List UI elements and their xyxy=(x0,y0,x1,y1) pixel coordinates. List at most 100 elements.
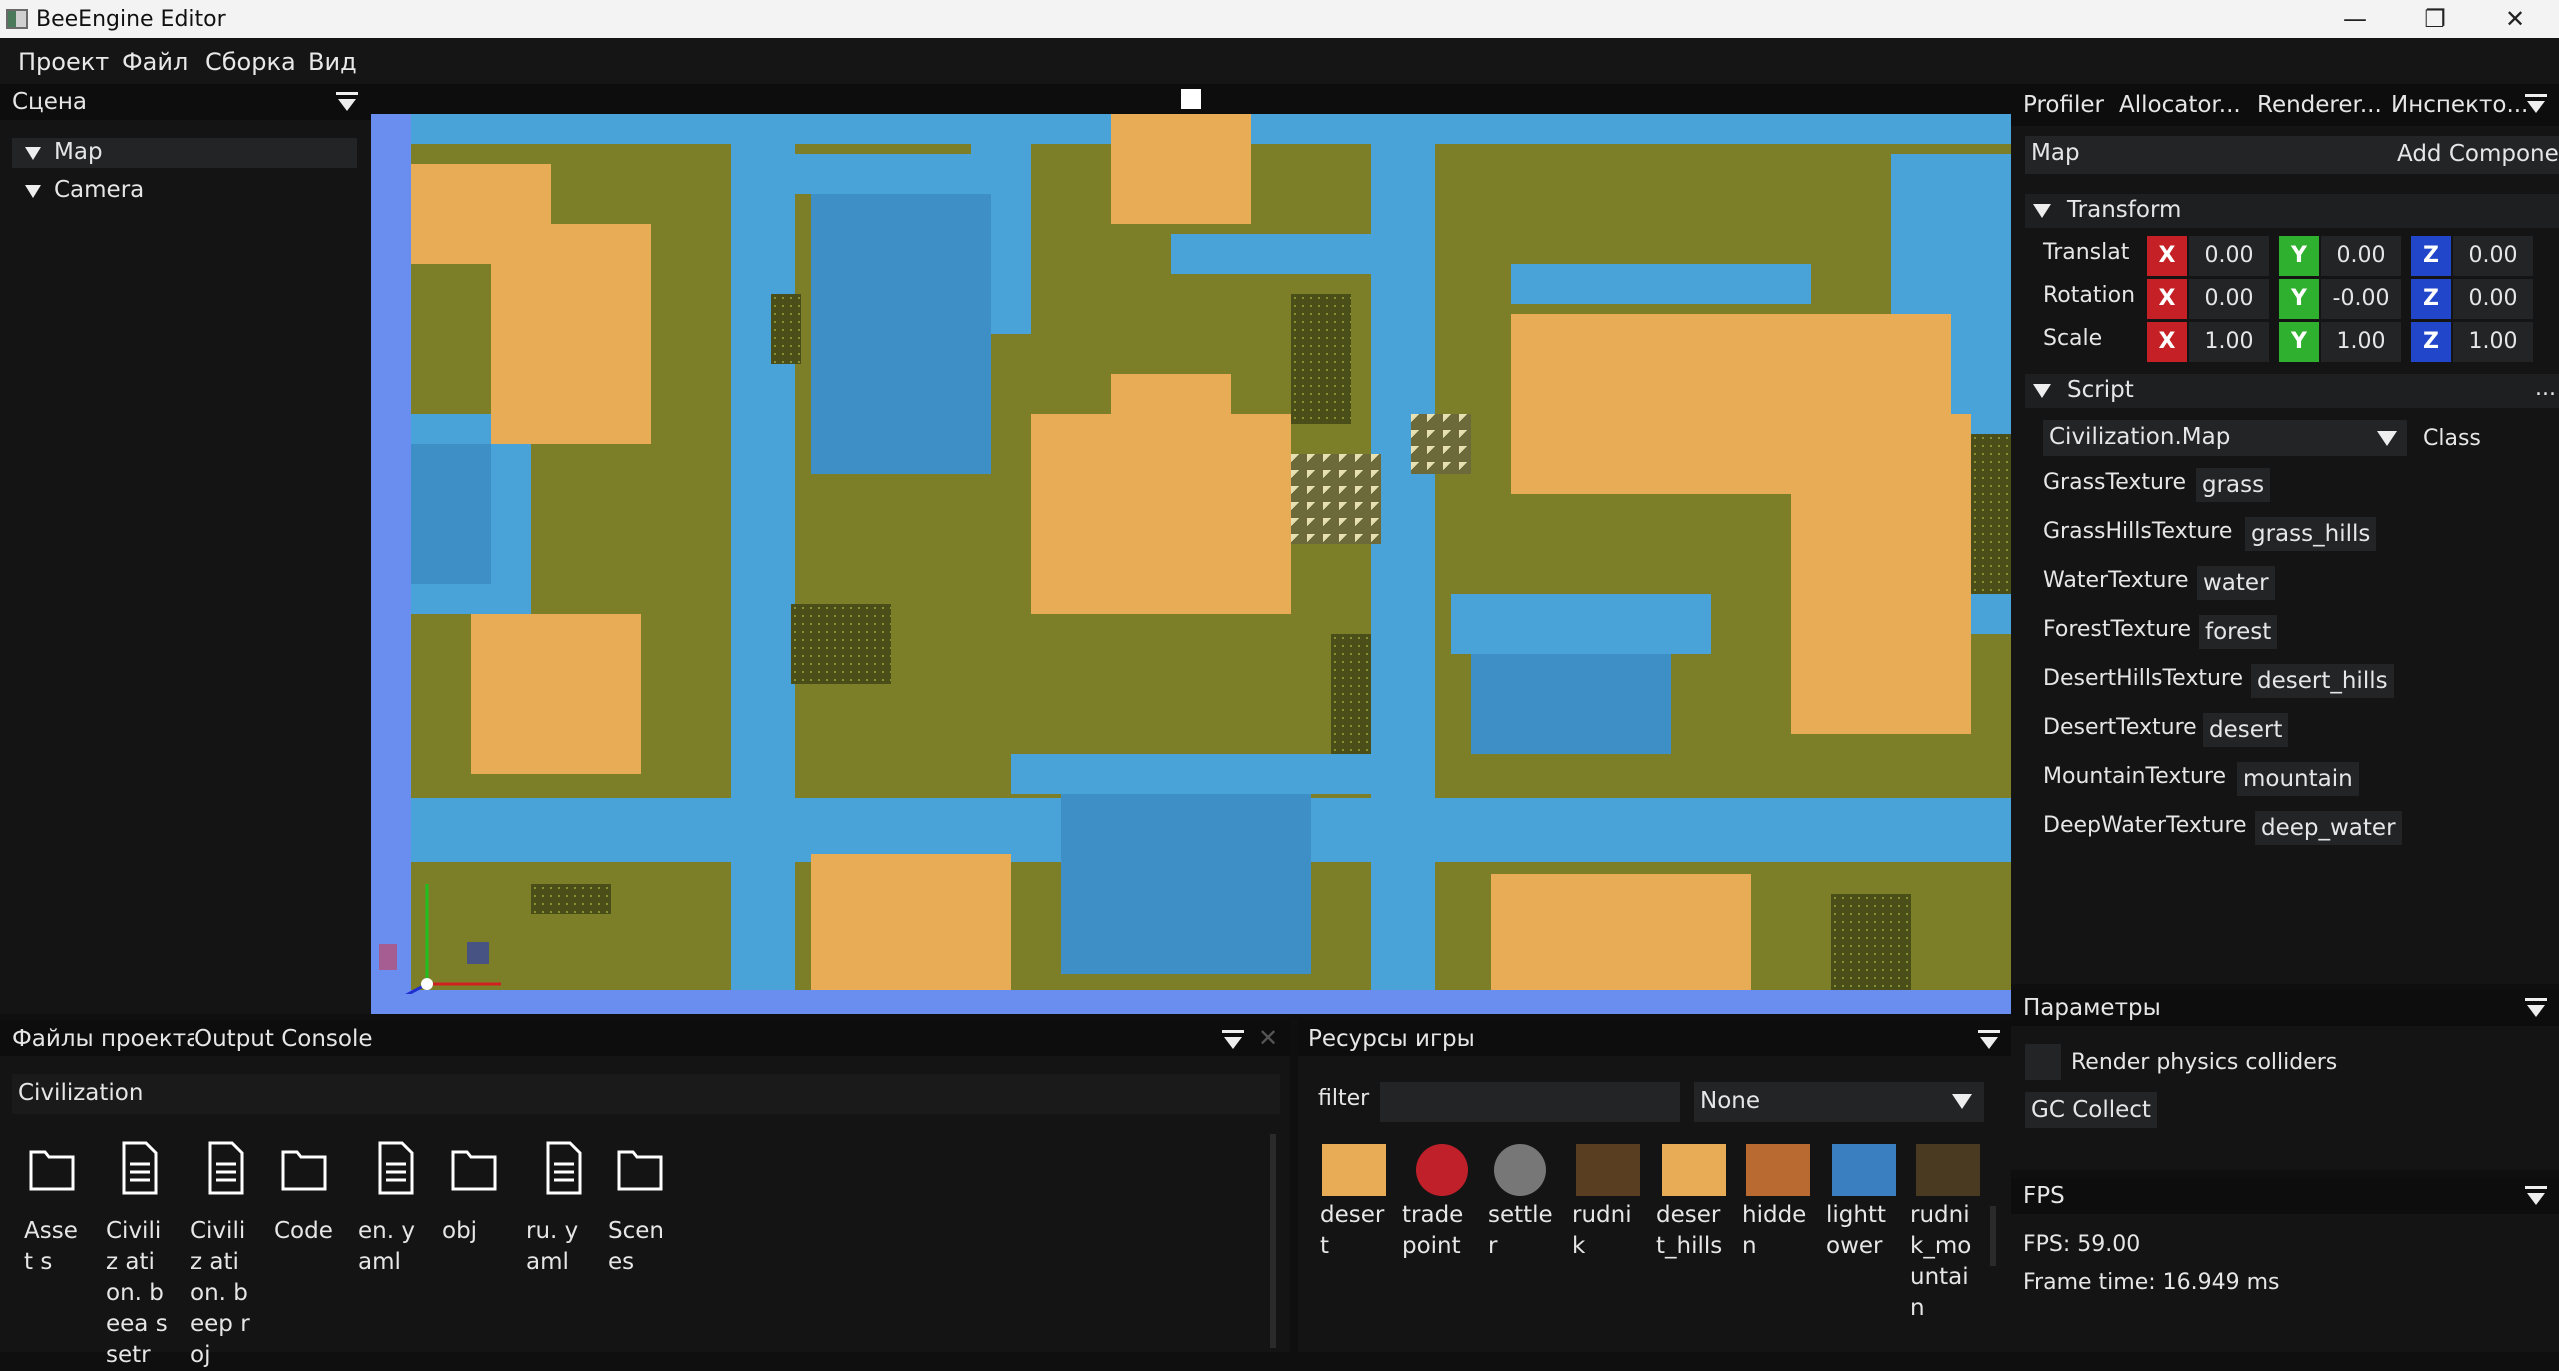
field-forest-value[interactable]: forest xyxy=(2199,615,2278,649)
tab-project-files[interactable]: Файлы проекта xyxy=(12,1026,200,1052)
translation-x-field[interactable]: 0.00 xyxy=(2189,236,2269,276)
section-title: Script xyxy=(2067,377,2134,403)
script-class-select[interactable]: Civilization.Map xyxy=(2043,420,2407,456)
texture-thumbnail[interactable] xyxy=(1576,1144,1640,1196)
render-colliders-checkbox[interactable] xyxy=(2025,1044,2061,1080)
texture-thumbnail[interactable] xyxy=(1322,1144,1386,1196)
tab-output-console[interactable]: Output Console xyxy=(194,1026,373,1052)
scale-y-field[interactable]: 1.00 xyxy=(2321,322,2401,362)
panel-menu-icon[interactable] xyxy=(336,92,358,112)
file-label[interactable]: Civiliz ation. beea ssetr xyxy=(106,1216,168,1371)
add-component-button[interactable]: Add Component xyxy=(2391,136,2559,174)
resource-label[interactable]: rudni k_mo untai n xyxy=(1910,1200,1980,1324)
file-label[interactable]: ru. yaml xyxy=(526,1216,588,1278)
transform-gizmo[interactable] xyxy=(371,544,501,994)
transform-section-header[interactable]: Transform xyxy=(2025,194,2559,228)
field-deep-water-value[interactable]: deep_water xyxy=(2255,811,2402,845)
file-label[interactable]: obj xyxy=(442,1216,504,1247)
play-button[interactable] xyxy=(1181,89,1201,109)
field-desert-hills-value[interactable]: desert_hills xyxy=(2251,664,2394,698)
field-grass-value[interactable]: grass xyxy=(2196,468,2271,502)
menu-project[interactable]: Проект xyxy=(18,48,109,76)
resource-label[interactable]: rudni k xyxy=(1572,1200,1642,1262)
rotation-y-field[interactable]: -0.00 xyxy=(2321,279,2401,319)
folder-icon[interactable] xyxy=(28,1140,76,1196)
file-icon[interactable] xyxy=(372,1140,420,1196)
field-desert-label: DesertTexture xyxy=(2043,715,2197,740)
texture-thumbnail[interactable] xyxy=(1832,1144,1896,1196)
tab-profiler[interactable]: Profiler xyxy=(2023,92,2104,118)
minimize-button[interactable]: — xyxy=(2316,0,2394,38)
menu-file[interactable]: Файл xyxy=(122,48,188,76)
rotation-x-field[interactable]: 0.00 xyxy=(2189,279,2269,319)
scrollbar[interactable] xyxy=(1270,1134,1276,1348)
expand-arrow-icon[interactable] xyxy=(25,185,41,198)
file-label[interactable]: Asset s xyxy=(24,1216,86,1278)
frame-time-value: Frame time: 16.949 ms xyxy=(2023,1270,2280,1295)
texture-thumbnail[interactable] xyxy=(1916,1144,1980,1196)
tree-item-camera[interactable]: Camera xyxy=(12,176,357,206)
field-deep-water-label: DeepWaterTexture xyxy=(2043,813,2247,838)
class-label: Class xyxy=(2423,426,2481,451)
gc-collect-button[interactable]: GC Collect xyxy=(2025,1092,2157,1128)
texture-thumbnail[interactable] xyxy=(1494,1144,1546,1196)
texture-thumbnail[interactable] xyxy=(1416,1144,1468,1196)
tab-renderer[interactable]: Renderer... xyxy=(2257,92,2382,118)
folder-icon[interactable] xyxy=(280,1140,328,1196)
scene-panel-header: Сцена xyxy=(0,84,371,120)
rotation-z-field[interactable]: 0.00 xyxy=(2453,279,2533,319)
menu-view[interactable]: Вид xyxy=(308,48,357,76)
resource-label[interactable]: settle r xyxy=(1488,1200,1558,1262)
texture-thumbnail[interactable] xyxy=(1662,1144,1726,1196)
tab-inspector[interactable]: Инспекто... xyxy=(2391,92,2528,118)
close-icon[interactable]: ✕ xyxy=(1258,1024,1278,1052)
field-grass-hills-value[interactable]: grass_hills xyxy=(2245,517,2377,551)
field-desert-value[interactable]: desert xyxy=(2203,713,2289,747)
folder-icon[interactable] xyxy=(450,1140,498,1196)
panel-menu-icon[interactable] xyxy=(1978,1030,2000,1050)
resource-type-select[interactable]: None xyxy=(1694,1082,1984,1122)
script-section-header[interactable]: Script ... xyxy=(2025,374,2559,408)
resource-label[interactable]: deser t_hills xyxy=(1656,1200,1726,1262)
translation-y-field[interactable]: 0.00 xyxy=(2321,236,2401,276)
scrollbar[interactable] xyxy=(1990,1206,1996,1266)
restore-button[interactable]: ❐ xyxy=(2396,0,2474,38)
folder-icon[interactable] xyxy=(616,1140,664,1196)
translation-z-field[interactable]: 0.00 xyxy=(2453,236,2533,276)
project-panel-header: Файлы проекта Output Console ✕ xyxy=(0,1020,1290,1056)
scene-viewport[interactable] xyxy=(371,84,2011,1014)
tab-allocator[interactable]: Allocator... xyxy=(2119,92,2241,118)
expand-arrow-icon[interactable] xyxy=(25,147,41,160)
field-mountain-value[interactable]: mountain xyxy=(2237,762,2359,796)
tile-map[interactable] xyxy=(411,114,2011,990)
scale-z-field[interactable]: 1.00 xyxy=(2453,322,2533,362)
close-button[interactable]: ✕ xyxy=(2476,0,2554,38)
file-icon[interactable] xyxy=(202,1140,250,1196)
file-label[interactable]: Civiliz ation. beep roj xyxy=(190,1216,252,1371)
scene-view[interactable] xyxy=(371,114,2011,1014)
translation-label: Translat xyxy=(2043,240,2130,265)
resource-label[interactable]: deser t xyxy=(1320,1200,1390,1262)
more-options-icon[interactable]: ... xyxy=(2535,376,2556,401)
field-water-value[interactable]: water xyxy=(2197,566,2275,600)
entity-name-input[interactable]: Map xyxy=(2025,136,2391,174)
file-icon[interactable] xyxy=(540,1140,588,1196)
menu-build[interactable]: Сборка xyxy=(205,48,296,76)
panel-menu-icon[interactable] xyxy=(2525,998,2547,1018)
panel-menu-icon[interactable] xyxy=(1222,1030,1244,1050)
tree-item-map[interactable]: Map xyxy=(12,138,357,168)
file-label[interactable]: en. yaml xyxy=(358,1216,420,1278)
texture-thumbnail[interactable] xyxy=(1746,1144,1810,1196)
panel-menu-icon[interactable] xyxy=(2525,1186,2547,1206)
resource-label[interactable]: lightt ower xyxy=(1826,1200,1896,1262)
resource-label[interactable]: hidde n xyxy=(1742,1200,1812,1262)
scale-x-field[interactable]: 1.00 xyxy=(2189,322,2269,362)
chevron-down-icon[interactable] xyxy=(1952,1094,1972,1109)
chevron-down-icon[interactable] xyxy=(2377,431,2397,446)
filter-input[interactable] xyxy=(1380,1082,1680,1122)
panel-menu-icon[interactable] xyxy=(2525,94,2547,114)
file-label[interactable]: Scen es xyxy=(608,1216,670,1278)
file-label[interactable]: Code xyxy=(274,1216,336,1247)
file-icon[interactable] xyxy=(116,1140,164,1196)
resource-label[interactable]: trade point xyxy=(1402,1200,1472,1262)
